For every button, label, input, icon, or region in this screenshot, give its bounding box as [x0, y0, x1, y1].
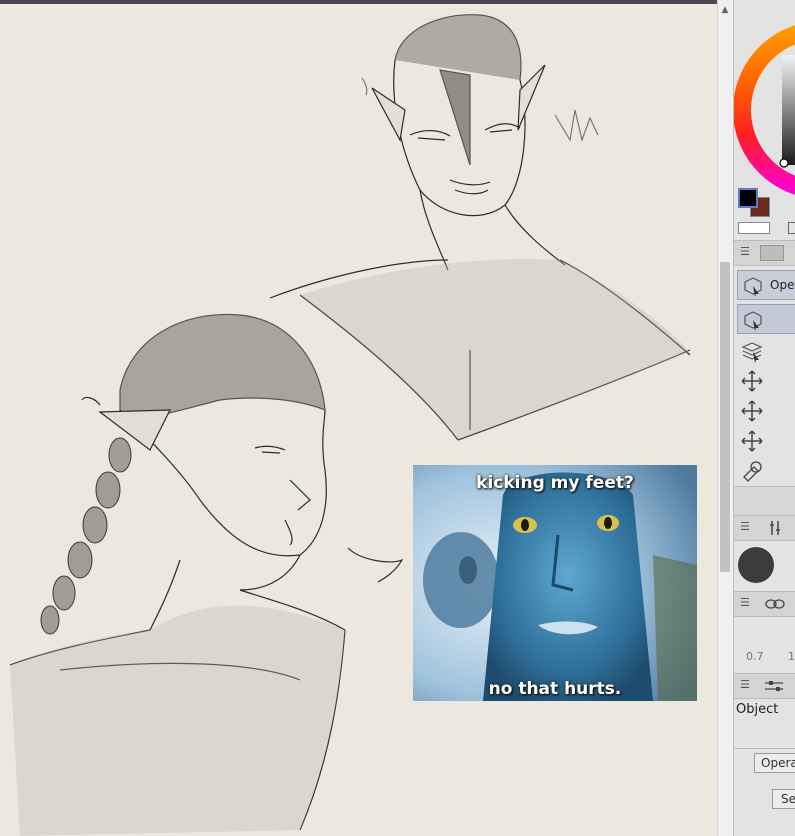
scroll-up-arrow-icon[interactable]: ▲	[717, 3, 733, 17]
link-icon[interactable]	[764, 597, 786, 611]
move-layer-icon	[741, 400, 763, 422]
sub-tool-panel-header: ☰	[734, 240, 795, 266]
layer-select-icon	[741, 342, 763, 363]
tool-property-divider	[734, 748, 795, 749]
tool-property-title: Object	[736, 702, 779, 717]
settings-button[interactable]: Se	[772, 789, 795, 809]
sketch-braid	[40, 437, 132, 635]
light-table-icon	[743, 461, 762, 482]
brush-size-icon[interactable]	[768, 519, 786, 537]
meme-image: kicking my feet? no that hurts.	[413, 465, 697, 701]
operation-button-label: Ope	[770, 278, 795, 292]
sketch-body-front-fill	[300, 259, 690, 440]
right-dock-panel: ☰ Ope ☰ ☰ 0.7 1 ☰ Object Oper Se	[733, 0, 795, 836]
tool-move-layer[interactable]	[737, 366, 795, 394]
panel-menu-icon[interactable]: ☰	[740, 596, 750, 609]
main-color-swatch[interactable]	[738, 188, 758, 208]
transparent-color-icon[interactable]	[738, 222, 770, 234]
sub-tool-value-1: 0.7	[746, 650, 764, 663]
brush-size-panel-header: ☰	[734, 515, 795, 541]
object-select-icon	[744, 311, 762, 331]
drawing-canvas[interactable]: kicking my feet? no that hurts.	[0, 0, 717, 836]
sub-tool-value-2: 1	[788, 650, 795, 663]
tool-property-icon[interactable]	[764, 679, 784, 693]
brush-size-preview[interactable]	[738, 547, 774, 583]
tool-move-layer-2[interactable]	[737, 396, 795, 424]
scrollbar-thumb[interactable]	[720, 262, 730, 572]
tool-slot-bar	[734, 486, 795, 515]
panel-menu-icon[interactable]: ☰	[740, 245, 750, 258]
tool-object-operation[interactable]: Ope	[737, 270, 795, 300]
tool-move-all[interactable]	[737, 426, 795, 454]
panel-menu-icon[interactable]: ☰	[740, 520, 750, 533]
move-icon	[741, 370, 763, 392]
tool-light-table[interactable]	[737, 456, 795, 484]
color-mode-icon[interactable]	[788, 222, 795, 234]
panel-menu-icon[interactable]: ☰	[740, 678, 750, 691]
sketch-body-profile-fill	[10, 605, 345, 836]
stabilizer-panel-header: ☰	[734, 591, 795, 617]
move-all-icon	[741, 430, 763, 452]
tool-layer-select[interactable]	[737, 336, 795, 364]
sketch-artwork	[9, 14, 691, 836]
tool-object-select-active[interactable]	[737, 304, 795, 334]
object-select-icon	[744, 277, 762, 297]
meme-top-text: kicking my feet?	[476, 473, 634, 493]
meme-artwork	[413, 465, 697, 701]
operation-dropdown[interactable]: Operati	[754, 753, 795, 773]
meme-bottom-text: no that hurts.	[488, 679, 622, 699]
tool-property-panel-header: ☰	[734, 673, 795, 699]
sub-tool-tab-icon[interactable]	[760, 245, 784, 261]
